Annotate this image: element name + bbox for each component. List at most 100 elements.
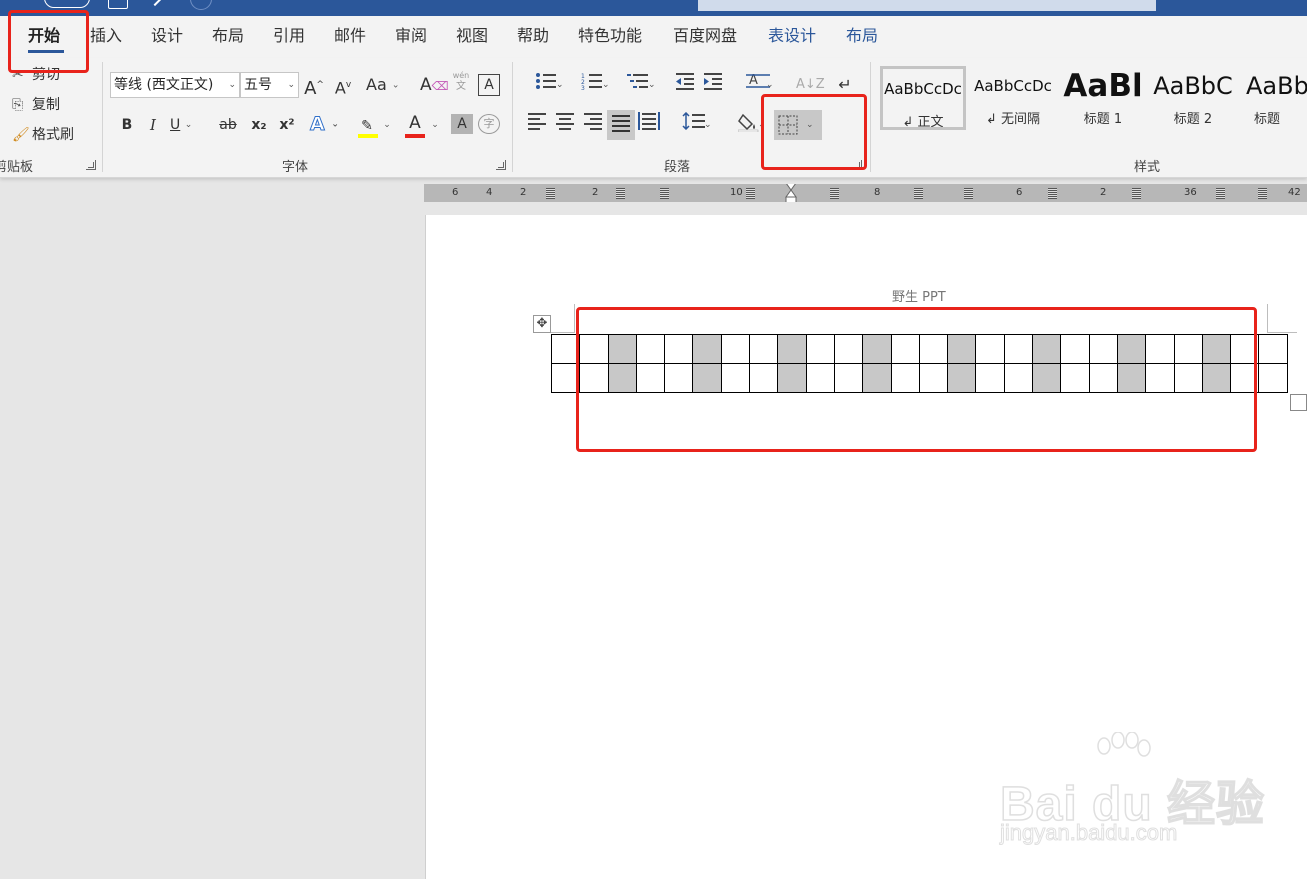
column-marker[interactable] — [546, 188, 555, 199]
tab-table-design[interactable]: 表设计 — [768, 25, 816, 47]
change-case-button[interactable]: Aa ⌄ — [366, 72, 399, 98]
table-move-handle-icon[interactable]: ✥ — [533, 315, 551, 333]
phonetic-guide-button[interactable]: wén 文 — [450, 70, 472, 96]
tab-references[interactable]: 引用 — [273, 25, 305, 47]
table-cell[interactable] — [607, 334, 637, 364]
table-cell[interactable] — [579, 334, 609, 364]
style-title[interactable]: AaBb 标题 — [1240, 66, 1307, 130]
column-marker[interactable] — [1258, 188, 1267, 199]
table-cell[interactable] — [635, 334, 666, 364]
table-cell[interactable] — [805, 334, 835, 364]
clipboard-launcher-icon[interactable] — [86, 160, 96, 170]
table-cell[interactable] — [947, 363, 977, 393]
chevron-down-icon[interactable]: ⌄ — [430, 112, 440, 138]
column-marker[interactable] — [660, 188, 669, 199]
italic-button[interactable]: I — [142, 112, 164, 138]
table-cell[interactable] — [1173, 363, 1203, 393]
table-cell[interactable] — [664, 334, 694, 364]
column-marker[interactable] — [1132, 188, 1141, 199]
cut-button[interactable]: ✂ 剪切 — [12, 65, 60, 85]
table-cell[interactable] — [1145, 334, 1175, 364]
tab-layout[interactable]: 布局 — [212, 25, 244, 47]
line-spacing-button[interactable]: ⌄ — [674, 111, 714, 138]
table-cell[interactable] — [975, 334, 1005, 364]
table-cell[interactable] — [1088, 334, 1118, 364]
autosave-toggle[interactable] — [44, 0, 90, 8]
subscript-button[interactable]: x₂ — [248, 112, 270, 138]
table-cell[interactable] — [1116, 363, 1147, 393]
table-cell[interactable] — [1173, 334, 1203, 364]
enclose-characters-button[interactable]: 字 — [478, 114, 500, 134]
table-cell[interactable] — [749, 363, 779, 393]
font-launcher-icon[interactable] — [496, 160, 506, 170]
table-resize-handle[interactable] — [1290, 394, 1307, 411]
decrease-indent-button[interactable] — [674, 72, 696, 98]
shrink-font-button[interactable]: Av — [332, 72, 354, 98]
page-header-text[interactable]: 野生 PPT — [892, 286, 946, 305]
horizontal-ruler[interactable]: 6 4 2 2 10 8 6 2 36 42 — [424, 184, 1307, 202]
style-heading-2[interactable]: AaBbC 标题 2 — [1150, 66, 1236, 130]
character-shading-button[interactable]: A — [451, 114, 473, 134]
table-cell[interactable] — [720, 334, 751, 364]
tab-table-layout[interactable]: 布局 — [846, 25, 878, 47]
table-cell[interactable] — [1145, 363, 1175, 393]
underline-button[interactable]: U ⌄ — [170, 112, 192, 138]
text-direction-button[interactable]: A ⌄ — [738, 72, 778, 98]
column-marker[interactable] — [746, 188, 755, 199]
tab-view[interactable]: 视图 — [456, 25, 488, 47]
table-cell[interactable] — [833, 334, 864, 364]
numbering-button[interactable]: 123 ⌄ — [572, 72, 612, 98]
table-cell[interactable] — [777, 334, 807, 364]
table-cell[interactable] — [635, 363, 666, 393]
table-cell[interactable] — [975, 363, 1005, 393]
tab-design[interactable]: 设计 — [151, 25, 183, 47]
tab-mailings[interactable]: 邮件 — [334, 25, 366, 47]
table-cell[interactable] — [1258, 334, 1288, 364]
align-right-button[interactable] — [582, 112, 604, 138]
distributed-button[interactable] — [638, 112, 660, 138]
tab-special-features[interactable]: 特色功能 — [578, 25, 642, 47]
table-cell[interactable] — [550, 363, 581, 393]
indent-marker-icon[interactable] — [782, 184, 802, 202]
column-marker[interactable] — [914, 188, 923, 199]
clear-formatting-button[interactable]: A⌫ — [420, 72, 449, 98]
tab-baidu-netdisk[interactable]: 百度网盘 — [673, 25, 737, 47]
increase-indent-button[interactable] — [702, 72, 724, 98]
style-heading-1[interactable]: AaBl 标题 1 — [1060, 66, 1146, 130]
column-marker[interactable] — [1048, 188, 1057, 199]
align-center-button[interactable] — [554, 112, 576, 138]
justify-button[interactable] — [607, 110, 635, 140]
table-cell[interactable] — [833, 363, 864, 393]
show-marks-button[interactable]: ↵ — [834, 72, 856, 98]
column-marker[interactable] — [1216, 188, 1225, 199]
grow-font-button[interactable]: A^ — [303, 72, 325, 99]
table-cell[interactable] — [1003, 334, 1034, 364]
table-cell[interactable] — [947, 334, 977, 364]
tab-review[interactable]: 审阅 — [395, 25, 427, 47]
column-marker[interactable] — [964, 188, 973, 199]
search-box[interactable] — [698, 0, 1156, 11]
column-marker[interactable] — [830, 188, 839, 199]
table-cell[interactable] — [862, 363, 892, 393]
table-cell[interactable] — [918, 334, 949, 364]
table-cell[interactable] — [1032, 334, 1062, 364]
document-table[interactable] — [550, 334, 1288, 393]
table-cell[interactable] — [550, 334, 581, 364]
highlight-color-button[interactable]: ✎ — [356, 112, 378, 138]
chevron-down-icon[interactable]: ⌄ — [382, 112, 392, 138]
table-cell[interactable] — [664, 363, 694, 393]
table-cell[interactable] — [692, 363, 722, 393]
table-cell[interactable] — [890, 334, 920, 364]
bullets-button[interactable]: ⌄ — [526, 72, 566, 98]
table-cell[interactable] — [862, 334, 892, 364]
table-cell[interactable] — [1060, 334, 1090, 364]
column-marker[interactable] — [616, 188, 625, 199]
paragraph-launcher-icon[interactable] — [852, 160, 862, 170]
table-cell[interactable] — [1201, 334, 1232, 364]
table-cell[interactable] — [1003, 363, 1034, 393]
table-cell[interactable] — [1230, 363, 1260, 393]
table-cell[interactable] — [579, 363, 609, 393]
style-no-spacing[interactable]: AaBbCcDc ↲ 无间隔 — [970, 66, 1056, 130]
table-cell[interactable] — [607, 363, 637, 393]
font-name-select[interactable]: 等线 (西文正文) ⌄ — [110, 72, 240, 98]
